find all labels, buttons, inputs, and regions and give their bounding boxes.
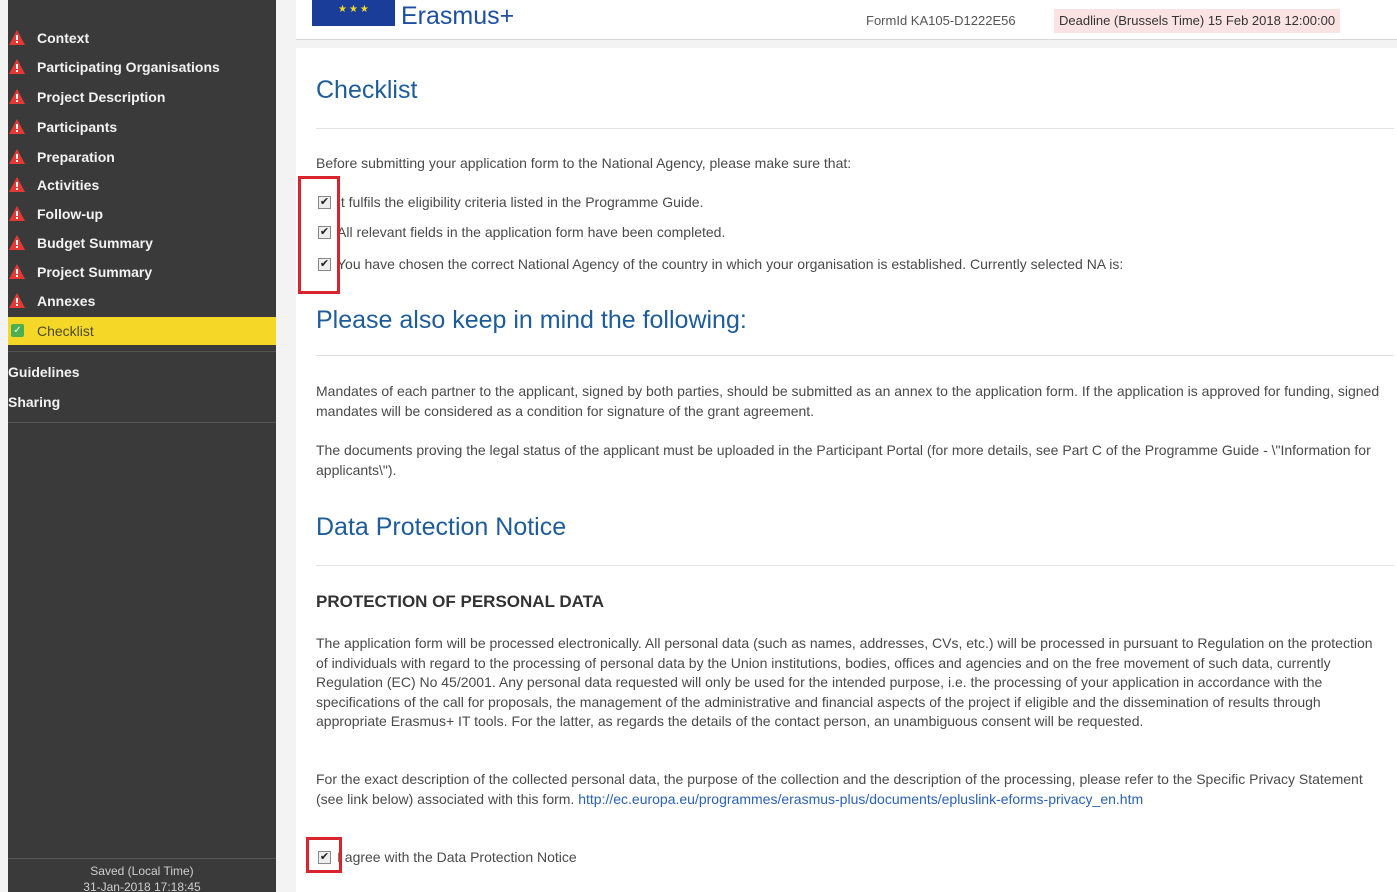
sidebar-item-label: Participating Organisations — [37, 59, 220, 75]
sidebar-item-label: Annexes — [37, 293, 96, 309]
keep-in-mind-para: The documents proving the legal status o… — [316, 442, 1371, 478]
sidebar-item-label: Checklist — [37, 323, 94, 339]
warning-icon — [9, 89, 25, 104]
sidebar-item-context[interactable]: Context — [8, 24, 276, 52]
checklist-item[interactable]: ✔ It fulfils the eligibility criteria li… — [318, 193, 703, 211]
section-rule — [316, 128, 1394, 129]
check-icon: ✓ — [11, 324, 24, 337]
sidebar-item-label: Project Summary — [37, 264, 153, 280]
sidebar-item-activities[interactable]: Activities — [8, 171, 276, 199]
sidebar-item-project-summary[interactable]: Project Summary — [8, 258, 276, 286]
checklist-title: Checklist — [316, 76, 418, 104]
sidebar-item-label: Project Description — [37, 89, 166, 105]
privacy-statement-link[interactable]: http://ec.europa.eu/programmes/erasmus-p… — [578, 791, 1143, 807]
keep-in-mind-para: Mandates of each partner to the applican… — [316, 383, 1380, 419]
highlight-frame — [298, 176, 340, 294]
sidebar: Context Participating Organisations Projec… — [8, 0, 276, 892]
sidebar-item-preparation[interactable]: Preparation — [8, 143, 276, 171]
sidebar-item-annexes[interactable]: Annexes — [8, 287, 276, 315]
warning-icon — [9, 177, 25, 192]
data-protection-para: The application form will be processed e… — [316, 635, 1373, 729]
checklist-item[interactable]: ✔ You have chosen the correct National A… — [318, 255, 1123, 273]
sidebar-item-budget-summary[interactable]: Budget Summary — [8, 229, 276, 257]
warning-icon — [9, 119, 25, 134]
sidebar-divider — [8, 422, 276, 423]
saved-label: Saved (Local Time) — [90, 864, 194, 878]
saved-time: 31-Jan-2018 17:18:45 — [83, 880, 201, 892]
sidebar-item-label: Participants — [37, 119, 118, 135]
sidebar-item-follow-up[interactable]: Follow-up — [8, 200, 276, 228]
sidebar-item-label: Activities — [37, 177, 100, 193]
checklist-item[interactable]: ✔ All relevant fields in the application… — [318, 223, 725, 241]
sidebar-item-label: Budget Summary — [37, 235, 153, 251]
top-header: ★★★ Erasmus+ FormId KA105-D1222E56 Deadl… — [296, 0, 1397, 40]
highlight-frame — [306, 837, 342, 873]
warning-icon — [9, 206, 25, 221]
sidebar-item-label: Context — [37, 30, 90, 46]
sidebar-item-participants[interactable]: Participants — [8, 113, 276, 141]
deadline-badge: Deadline (Brussels Time) 15 Feb 2018 12:… — [1054, 9, 1341, 33]
warning-icon — [9, 59, 25, 74]
saved-status: Saved (Local Time) 31-Jan-2018 17:18:45 — [8, 858, 276, 892]
sidebar-item-checklist[interactable]: ✓ Checklist — [8, 317, 276, 345]
warning-icon — [9, 264, 25, 279]
checklist-item-label: It fulfils the eligibility criteria list… — [337, 194, 704, 210]
sidebar-divider — [8, 351, 276, 352]
warning-icon — [9, 293, 25, 308]
sidebar-item-label: Preparation — [37, 149, 115, 165]
section-rule — [316, 355, 1394, 356]
warning-icon — [9, 149, 25, 164]
section-rule — [316, 565, 1394, 566]
data-protection-title: Data Protection Notice — [316, 513, 567, 541]
keep-in-mind-title: Please also keep in mind the following: — [316, 306, 747, 334]
sidebar-item-participating-organisations[interactable]: Participating Organisations — [8, 53, 276, 81]
personal-data-subtitle: PROTECTION OF PERSONAL DATA — [316, 592, 605, 611]
agree-label: I agree with the Data Protection Notice — [337, 849, 577, 865]
eu-flag-logo: ★★★ — [312, 0, 395, 26]
warning-icon — [9, 235, 25, 250]
checklist-item-label: You have chosen the correct National Age… — [337, 256, 1124, 272]
brand-title: Erasmus+ — [401, 2, 515, 30]
main-content: Checklist Before submitting your applica… — [296, 48, 1397, 892]
data-protection-para: For the exact description of the collect… — [316, 770, 1386, 809]
sidebar-item-guidelines[interactable]: Guidelines — [8, 364, 80, 380]
sidebar-item-label: Follow-up — [37, 206, 104, 222]
sidebar-item-project-description[interactable]: Project Description — [8, 83, 276, 111]
warning-icon — [9, 30, 25, 45]
form-id: FormId KA105-D1222E56 — [866, 13, 1016, 28]
checklist-item-label: All relevant fields in the application f… — [337, 224, 726, 240]
sidebar-item-sharing[interactable]: Sharing — [8, 394, 60, 410]
checklist-intro: Before submitting your application form … — [316, 155, 852, 171]
agree-row[interactable]: ✔ I agree with the Data Protection Notic… — [318, 848, 577, 866]
